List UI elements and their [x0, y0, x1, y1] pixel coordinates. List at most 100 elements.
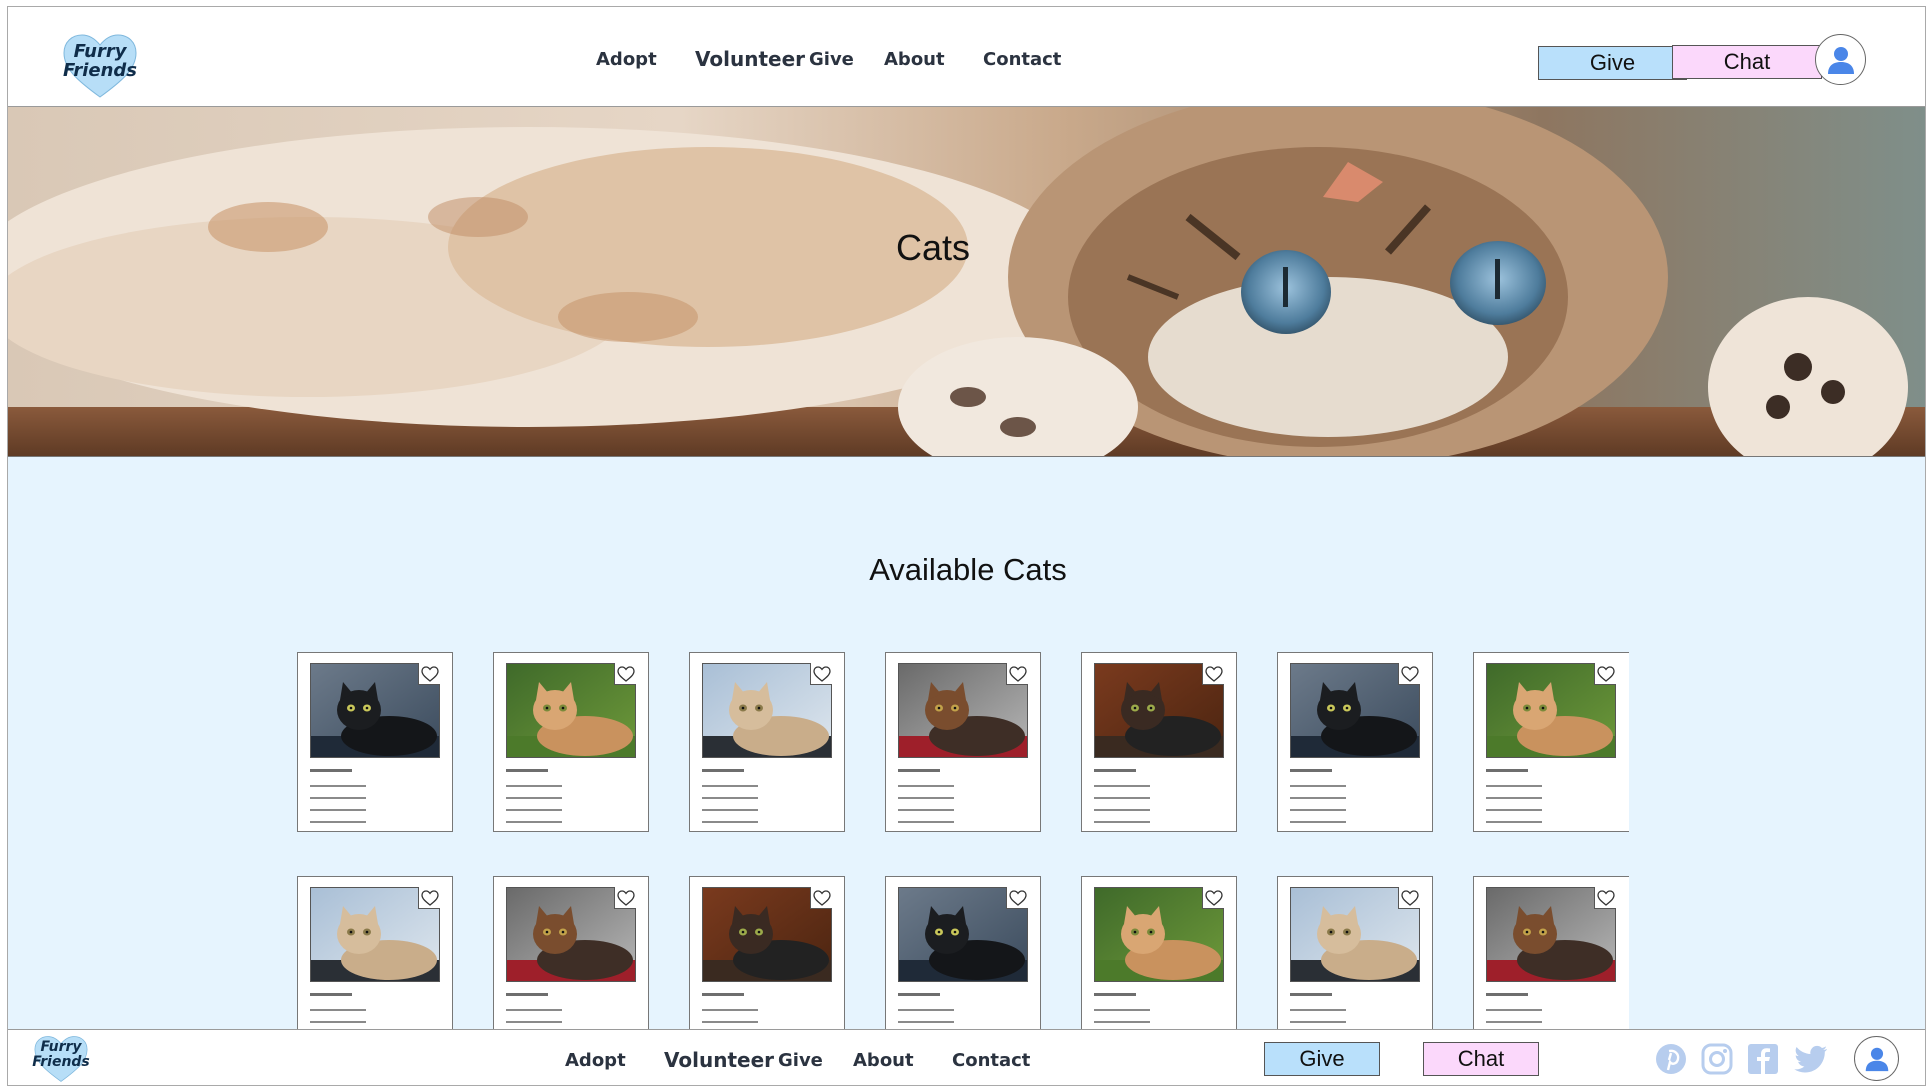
- card-text-placeholder: [1094, 821, 1150, 823]
- cat-card[interactable]: [885, 652, 1041, 832]
- user-avatar-button[interactable]: [1815, 34, 1866, 85]
- heart-outline-icon: [616, 889, 635, 906]
- page: Furry Friends Adopt Volunteer Give About…: [7, 6, 1926, 1086]
- card-text-placeholder: [702, 821, 758, 823]
- card-text-placeholder: [702, 1021, 758, 1023]
- footer-nav-adopt[interactable]: Adopt: [565, 1050, 626, 1071]
- card-text-placeholder: [1486, 1021, 1542, 1023]
- footer-nav-give[interactable]: Give: [778, 1050, 823, 1071]
- footer-nav-about[interactable]: About: [853, 1050, 914, 1071]
- card-text-placeholder: [1094, 1021, 1150, 1023]
- card-text-placeholder: [506, 1009, 562, 1011]
- card-text-placeholder: [1486, 785, 1542, 787]
- footer-chat-button[interactable]: Chat: [1423, 1042, 1539, 1076]
- heart-outline-icon: [812, 665, 831, 682]
- cat-card[interactable]: [689, 876, 845, 1037]
- card-title-placeholder: [898, 769, 940, 772]
- chat-button[interactable]: Chat: [1672, 45, 1822, 79]
- card-text-placeholder: [506, 821, 562, 823]
- cat-card-grid: [8, 457, 1638, 1037]
- heart-outline-icon: [420, 665, 439, 682]
- card-title-placeholder: [506, 993, 548, 996]
- cat-card[interactable]: [1277, 652, 1433, 832]
- hero-title: Cats: [895, 227, 971, 268]
- cat-card[interactable]: [1473, 876, 1629, 1037]
- footer-nav-contact[interactable]: Contact: [952, 1050, 1030, 1071]
- footer-give-button[interactable]: Give: [1264, 1042, 1380, 1076]
- heart-outline-icon: [1400, 889, 1419, 906]
- cat-card[interactable]: [689, 652, 845, 832]
- cat-hero-image: [8, 107, 1925, 456]
- card-text-placeholder: [1290, 785, 1346, 787]
- favorite-button[interactable]: [810, 663, 832, 685]
- favorite-button[interactable]: [1202, 663, 1224, 685]
- heart-outline-icon: [1596, 889, 1615, 906]
- cat-card[interactable]: [297, 876, 453, 1037]
- favorite-button[interactable]: [1006, 887, 1028, 909]
- card-text-placeholder: [702, 1009, 758, 1011]
- nav-contact[interactable]: Contact: [983, 49, 1061, 70]
- twitter-icon[interactable]: [1792, 1042, 1830, 1076]
- card-text-placeholder: [506, 797, 562, 799]
- favorite-button[interactable]: [418, 663, 440, 685]
- footer-logo[interactable]: Furry Friends: [32, 1034, 90, 1084]
- heart-outline-icon: [812, 889, 831, 906]
- favorite-button[interactable]: [1202, 887, 1224, 909]
- favorite-button[interactable]: [614, 887, 636, 909]
- available-cats-section: Available Cats: [8, 457, 1925, 1037]
- favorite-button[interactable]: [1006, 663, 1028, 685]
- card-title-placeholder: [1290, 993, 1332, 996]
- favorite-button[interactable]: [1398, 663, 1420, 685]
- card-text-placeholder: [310, 809, 366, 811]
- card-text-placeholder: [506, 809, 562, 811]
- card-text-placeholder: [310, 1021, 366, 1023]
- card-text-placeholder: [702, 785, 758, 787]
- favorite-button[interactable]: [1594, 887, 1616, 909]
- nav-give[interactable]: Give: [809, 49, 854, 70]
- footer-give-button-label: Give: [1299, 1046, 1345, 1071]
- footer-logo-line1: Furry: [40, 1039, 82, 1055]
- instagram-icon[interactable]: [1700, 1042, 1734, 1076]
- favorite-button[interactable]: [810, 887, 832, 909]
- favorite-button[interactable]: [1594, 663, 1616, 685]
- cat-card[interactable]: [885, 876, 1041, 1037]
- cat-card[interactable]: [493, 876, 649, 1037]
- card-text-placeholder: [1290, 1009, 1346, 1011]
- pinterest-icon[interactable]: [1654, 1042, 1688, 1076]
- favorite-button[interactable]: [418, 887, 440, 909]
- card-text-placeholder: [898, 785, 954, 787]
- favorite-button[interactable]: [1398, 887, 1420, 909]
- card-text-placeholder: [898, 797, 954, 799]
- cat-card[interactable]: [493, 652, 649, 832]
- cat-card[interactable]: [1277, 876, 1433, 1037]
- footer-chat-button-label: Chat: [1457, 1046, 1505, 1071]
- card-text-placeholder: [310, 821, 366, 823]
- user-icon: [1827, 46, 1854, 74]
- cat-card[interactable]: [297, 652, 453, 832]
- heart-outline-icon: [420, 889, 439, 906]
- card-text-placeholder: [310, 797, 366, 799]
- card-text-placeholder: [310, 785, 366, 787]
- logo[interactable]: Furry Friends: [60, 33, 140, 99]
- logo-line2: Friends: [63, 59, 137, 81]
- cat-card[interactable]: [1081, 652, 1237, 832]
- card-text-placeholder: [898, 809, 954, 811]
- card-text-placeholder: [1486, 797, 1542, 799]
- heart-outline-icon: [1204, 889, 1223, 906]
- nav-adopt[interactable]: Adopt: [596, 49, 657, 70]
- give-button[interactable]: Give: [1538, 46, 1687, 80]
- footer-nav-volunteer[interactable]: Volunteer: [664, 1048, 774, 1072]
- card-text-placeholder: [1290, 809, 1346, 811]
- card-text-placeholder: [898, 1021, 954, 1023]
- nav-about[interactable]: About: [884, 49, 945, 70]
- chat-button-label: Chat: [1723, 49, 1771, 74]
- card-title-placeholder: [1486, 993, 1528, 996]
- favorite-button[interactable]: [614, 663, 636, 685]
- nav-volunteer[interactable]: Volunteer: [695, 47, 805, 71]
- card-text-placeholder: [310, 1009, 366, 1011]
- facebook-icon[interactable]: [1746, 1042, 1780, 1076]
- card-text-placeholder: [1094, 1009, 1150, 1011]
- cat-card[interactable]: [1081, 876, 1237, 1037]
- cat-card[interactable]: [1473, 652, 1629, 832]
- footer-user-avatar-button[interactable]: [1854, 1036, 1899, 1081]
